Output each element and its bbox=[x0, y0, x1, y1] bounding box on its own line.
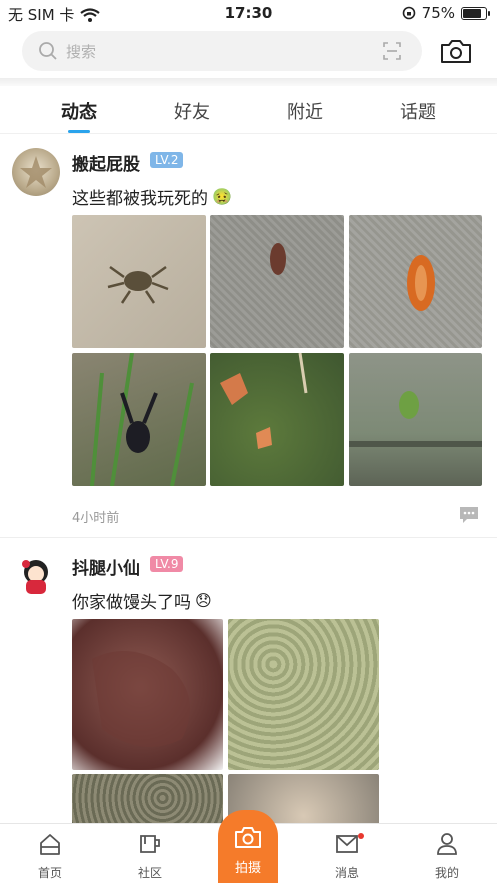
emoji: 🤢 bbox=[212, 187, 232, 206]
post-text-content: 这些都被我玩死的 bbox=[72, 189, 208, 209]
nav-me-label: 我的 bbox=[434, 866, 459, 880]
search-row: 搜索 bbox=[0, 31, 497, 71]
level-badge: LV.2 bbox=[150, 152, 184, 168]
red-bean-paste-image bbox=[92, 651, 190, 747]
starfish-avatar-image bbox=[20, 156, 52, 188]
search-input[interactable]: 搜索 bbox=[22, 31, 422, 71]
photo-thumbnail[interactable] bbox=[228, 619, 379, 770]
green-bug-image bbox=[349, 391, 482, 447]
comment-icon[interactable] bbox=[458, 506, 480, 524]
avatar[interactable] bbox=[12, 552, 60, 600]
search-placeholder: 搜索 bbox=[66, 42, 97, 61]
battery-percent: 75% bbox=[421, 4, 455, 22]
notification-dot bbox=[358, 833, 364, 839]
username[interactable]: 抖腿小仙 bbox=[72, 554, 140, 579]
emoji: 😞 bbox=[195, 591, 212, 610]
photo-thumbnail[interactable] bbox=[72, 619, 223, 770]
photo-thumbnail[interactable] bbox=[349, 353, 482, 486]
photo-thumbnail[interactable] bbox=[72, 215, 206, 348]
post-text-content: 你家做馒头了吗 bbox=[72, 593, 191, 613]
status-right: 75% bbox=[402, 4, 490, 22]
home-icon bbox=[40, 834, 60, 855]
level-badge: LV.9 bbox=[150, 556, 184, 572]
tab-nearby[interactable]: 附近 bbox=[265, 98, 345, 124]
post-text: 这些都被我玩死的 🤢 bbox=[72, 184, 232, 209]
beetle-image bbox=[270, 243, 286, 275]
photo-thumbnail[interactable] bbox=[349, 215, 482, 348]
nav-community-label: 社区 bbox=[137, 866, 162, 880]
tab-indicator bbox=[68, 130, 90, 133]
status-bar: 无 SIM 卡 17:30 75% bbox=[0, 0, 497, 26]
cartoon-girl-avatar-image bbox=[22, 560, 48, 594]
envelope-icon bbox=[336, 835, 358, 853]
tab-bar: 动态 好友 附近 话题 bbox=[0, 86, 497, 134]
post-text: 你家做馒头了吗 😞 bbox=[72, 588, 212, 613]
moss-leaves-image bbox=[220, 353, 308, 449]
username[interactable]: 搬起屁股 bbox=[72, 150, 140, 175]
nav-home-label: 首页 bbox=[37, 866, 62, 880]
photo-thumbnail[interactable] bbox=[210, 353, 344, 486]
user-icon bbox=[437, 833, 457, 855]
scan-icon[interactable] bbox=[382, 41, 402, 61]
nav-me[interactable]: 我的 bbox=[407, 824, 487, 883]
shoot-label: 拍摄 bbox=[234, 861, 261, 876]
battery-icon bbox=[461, 6, 490, 20]
stag-beetle-image bbox=[90, 353, 194, 486]
nav-community[interactable]: 社区 bbox=[110, 824, 190, 883]
avatar[interactable] bbox=[12, 148, 60, 196]
camera-icon[interactable] bbox=[438, 35, 474, 67]
tab-dynamics[interactable]: 动态 bbox=[39, 98, 119, 124]
app-screen: 无 SIM 卡 17:30 75% 搜索 动态 好友 附近 话题 搬起屁股 LV… bbox=[0, 0, 497, 883]
rotation-lock-icon bbox=[402, 6, 415, 20]
photo-thumbnail[interactable] bbox=[72, 353, 206, 486]
orange-bug-image bbox=[407, 255, 435, 311]
shoot-button[interactable]: 拍摄 bbox=[218, 810, 278, 883]
post-card: 搬起屁股 LV.2 这些都被我玩死的 🤢 4小时前 bbox=[0, 134, 497, 538]
cup-icon bbox=[140, 835, 160, 853]
header-divider bbox=[0, 78, 497, 86]
tab-topics[interactable]: 话题 bbox=[378, 98, 458, 124]
post-card: 抖腿小仙 LV.9 你家做馒头了吗 😞 bbox=[0, 538, 497, 834]
tab-friends[interactable]: 好友 bbox=[152, 98, 232, 124]
green-filling-image bbox=[228, 619, 379, 770]
nav-messages-label: 消息 bbox=[334, 866, 359, 880]
nav-home[interactable]: 首页 bbox=[10, 824, 90, 883]
crab-image bbox=[107, 265, 169, 304]
photo-thumbnail[interactable] bbox=[210, 215, 344, 348]
nav-messages[interactable]: 消息 bbox=[307, 824, 387, 883]
search-icon bbox=[39, 42, 57, 60]
post-timestamp: 4小时前 bbox=[72, 511, 120, 526]
camera-icon bbox=[235, 827, 261, 848]
